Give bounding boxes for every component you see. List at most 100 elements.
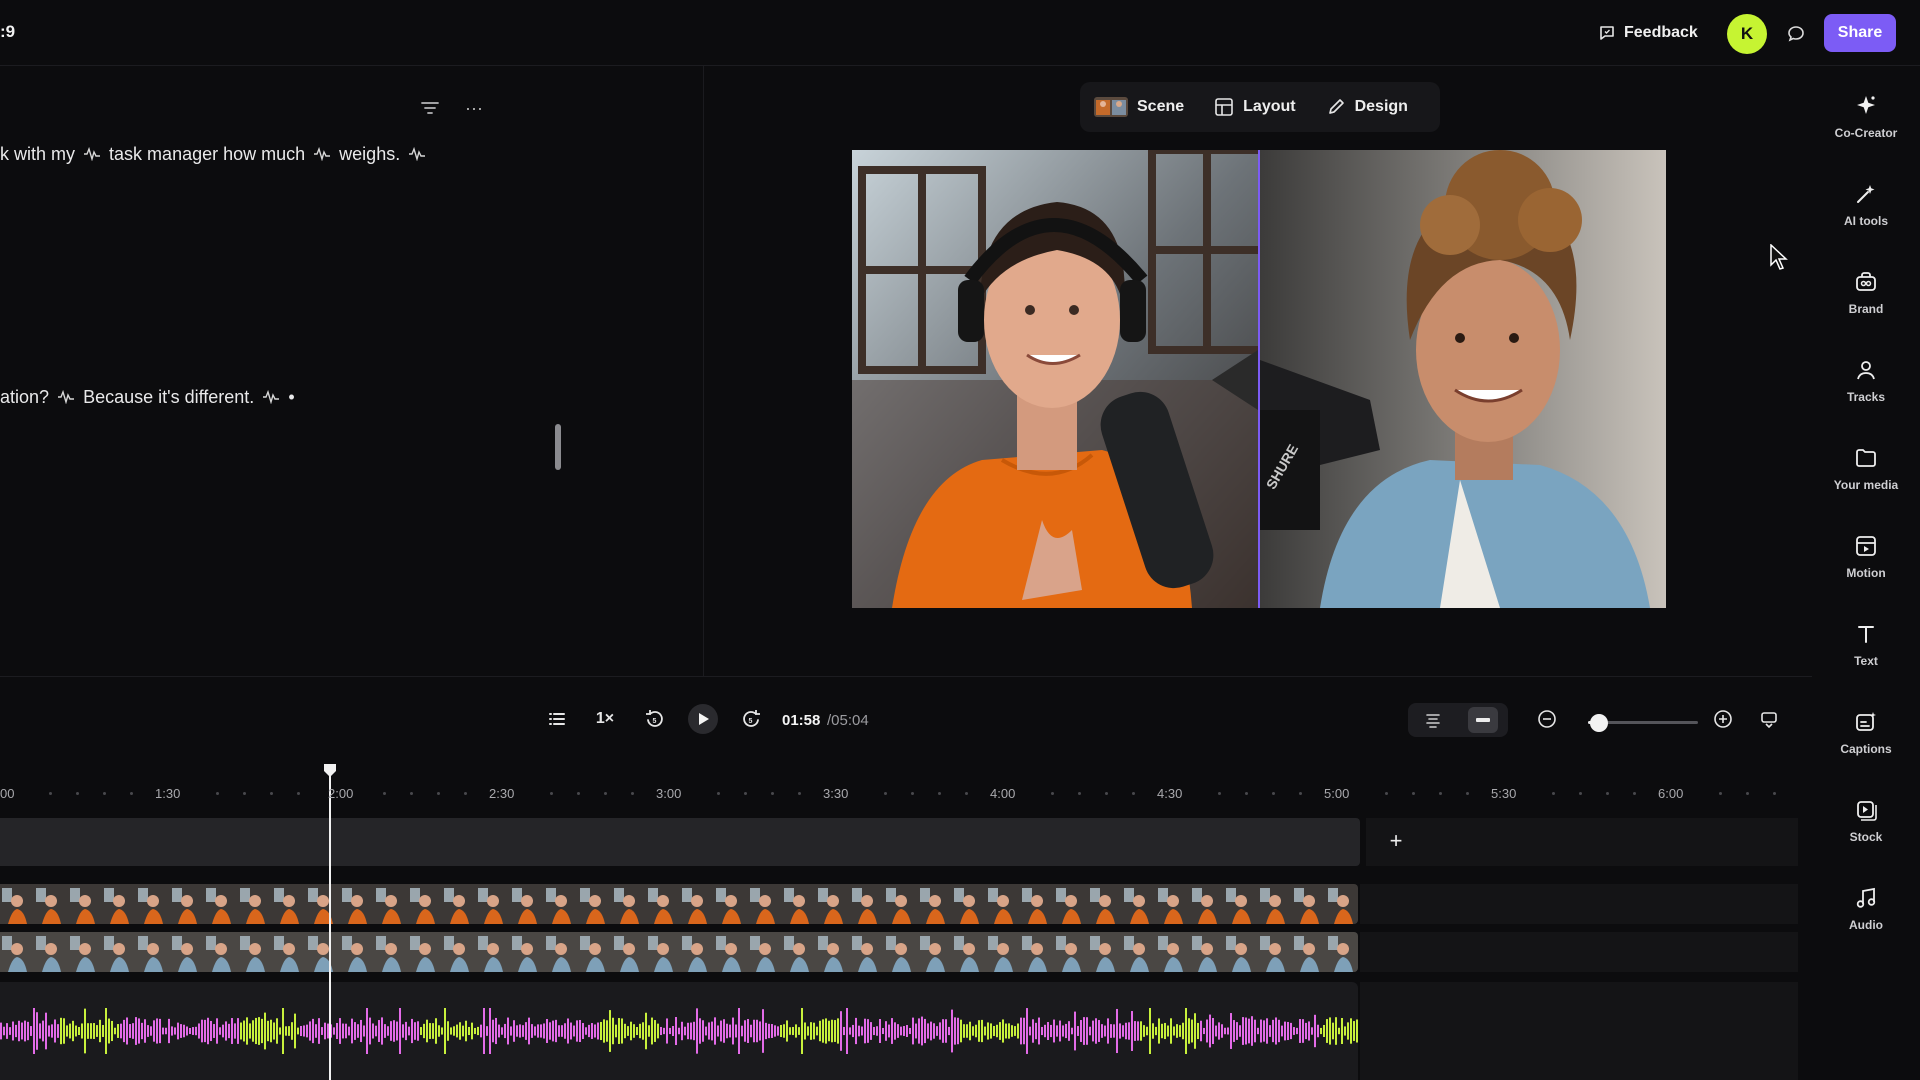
timeline-tick-dot bbox=[49, 792, 52, 795]
tool-motion[interactable]: Motion bbox=[1812, 532, 1920, 602]
forward-5-button[interactable]: 5 bbox=[738, 705, 764, 733]
more-options-button[interactable]: ··· bbox=[462, 96, 486, 120]
script-view-button[interactable] bbox=[1418, 707, 1448, 735]
timeline-tick-dot bbox=[297, 792, 300, 795]
waveform-bar bbox=[480, 1024, 482, 1038]
waveform-bar bbox=[972, 1026, 974, 1036]
waveform-bar bbox=[90, 1023, 92, 1039]
transcript-line[interactable]: ation? Because it's different. • bbox=[0, 387, 295, 408]
tool-stock[interactable]: Stock bbox=[1812, 796, 1920, 866]
current-time: 01:58 bbox=[782, 712, 821, 729]
tool-co-creator[interactable]: Co-Creator bbox=[1812, 92, 1920, 162]
add-track-button[interactable]: + bbox=[1384, 830, 1408, 854]
empty-track[interactable] bbox=[0, 818, 1360, 866]
tool-audio[interactable]: Audio bbox=[1812, 884, 1920, 954]
waveform-bar bbox=[933, 1023, 935, 1039]
transcript-text: ation? bbox=[0, 387, 50, 407]
tool-label: Motion bbox=[1846, 566, 1886, 580]
share-button[interactable]: Share bbox=[1824, 14, 1896, 52]
speaker-right-video: SHURE bbox=[1260, 150, 1666, 608]
zoom-slider-handle[interactable] bbox=[1590, 714, 1608, 732]
waveform-bar bbox=[915, 1023, 917, 1039]
waveform-bar bbox=[633, 1024, 635, 1038]
tool-ai-tools[interactable]: AI tools bbox=[1812, 180, 1920, 250]
video-preview[interactable]: SHURE bbox=[852, 150, 1666, 608]
stock-icon bbox=[1852, 796, 1880, 824]
waveform-bar bbox=[1086, 1017, 1088, 1045]
tool-tracks[interactable]: Tracks bbox=[1812, 356, 1920, 426]
tool-your-media[interactable]: Your media bbox=[1812, 444, 1920, 514]
waveform-bar bbox=[1284, 1021, 1286, 1041]
video-clip-speaker-2[interactable] bbox=[0, 932, 1358, 972]
playback-speed-button[interactable]: 1× bbox=[592, 705, 618, 733]
feedback-button[interactable]: Feedback bbox=[1598, 18, 1698, 48]
waveform-bar bbox=[201, 1019, 203, 1043]
tab-layout[interactable]: Layout bbox=[1214, 97, 1296, 117]
waveform-bar bbox=[825, 1018, 827, 1044]
svg-text:5: 5 bbox=[653, 718, 657, 725]
timeline-tick-label: 4:30 bbox=[1157, 786, 1183, 801]
clip-thumbnail bbox=[510, 932, 544, 972]
waveform-bar bbox=[285, 1026, 287, 1036]
waveform-bar bbox=[1317, 1024, 1319, 1038]
waveform-bar bbox=[1101, 1024, 1103, 1038]
waveform-bar bbox=[12, 1021, 14, 1041]
user-avatar[interactable]: K bbox=[1727, 14, 1767, 54]
waveform-bar bbox=[546, 1019, 548, 1043]
waveform-bar bbox=[333, 1027, 335, 1035]
collapse-timeline-button[interactable] bbox=[1756, 705, 1782, 733]
waveform-bar bbox=[39, 1023, 41, 1039]
pause-marker-icon bbox=[314, 147, 331, 161]
tab-design[interactable]: Design bbox=[1326, 97, 1408, 117]
waveform-bar bbox=[981, 1019, 983, 1043]
tool-text[interactable]: Text bbox=[1812, 620, 1920, 690]
waveform-bar bbox=[51, 1024, 53, 1038]
zoom-in-button[interactable] bbox=[1710, 705, 1736, 733]
waveform-bar bbox=[453, 1026, 455, 1036]
waveform-bar bbox=[651, 1017, 653, 1045]
waveform-bar bbox=[1152, 1023, 1154, 1039]
waveform-bar bbox=[1104, 1025, 1106, 1037]
tracks-icon bbox=[1852, 356, 1880, 384]
waveform-bar bbox=[771, 1024, 773, 1038]
timeline[interactable]: + 00 1:30 2:00 2:30 3:00 3:30 4:00 4:30 5:00 5:30… bbox=[0, 764, 1812, 1080]
comments-button[interactable] bbox=[1780, 18, 1812, 50]
rewind-5-button[interactable]: 5 bbox=[642, 705, 668, 733]
project-title[interactable]: :9 bbox=[0, 22, 15, 42]
waveform-bar bbox=[300, 1025, 302, 1037]
tool-captions[interactable]: Captions bbox=[1812, 708, 1920, 778]
filter-button[interactable] bbox=[418, 96, 442, 120]
timeline-tick-dot bbox=[550, 792, 553, 795]
waveform-bar bbox=[1149, 1008, 1151, 1054]
zoom-out-button[interactable] bbox=[1534, 705, 1560, 733]
waveform-bar bbox=[414, 1022, 416, 1040]
waveform-bar bbox=[834, 1020, 836, 1042]
waveform-bar bbox=[1008, 1023, 1010, 1039]
track-background bbox=[1360, 982, 1798, 1080]
waveform-bar bbox=[441, 1027, 443, 1035]
video-clip-speaker-1[interactable] bbox=[0, 884, 1358, 924]
waveform-bar bbox=[483, 1008, 485, 1054]
scene-thumbnail-icon bbox=[1094, 97, 1128, 117]
waveform-bar bbox=[555, 1019, 557, 1043]
tab-scene[interactable]: Scene bbox=[1094, 97, 1184, 117]
playhead-handle[interactable] bbox=[322, 764, 338, 778]
play-button[interactable] bbox=[688, 704, 718, 734]
waveform-bar bbox=[339, 1018, 341, 1044]
scrollbar-handle[interactable] bbox=[555, 424, 561, 470]
waveform-bar bbox=[171, 1026, 173, 1036]
waveform-bar bbox=[600, 1021, 602, 1041]
audio-clip-waveform[interactable] bbox=[0, 982, 1358, 1080]
waveform-bar bbox=[768, 1023, 770, 1039]
sparkle-icon bbox=[1852, 92, 1880, 120]
playhead[interactable] bbox=[329, 768, 331, 1080]
timeline-view-button[interactable] bbox=[1468, 707, 1498, 733]
waveform-bar bbox=[1200, 1020, 1202, 1042]
transcript-line[interactable]: k with my task manager how much weighs. bbox=[0, 144, 429, 165]
clip-thumbnail bbox=[714, 884, 748, 924]
clip-thumbnail bbox=[1190, 884, 1224, 924]
tool-brand[interactable]: Brand bbox=[1812, 268, 1920, 338]
chapters-button[interactable] bbox=[545, 705, 569, 733]
waveform-bar bbox=[378, 1020, 380, 1042]
waveform-bar bbox=[366, 1008, 368, 1054]
